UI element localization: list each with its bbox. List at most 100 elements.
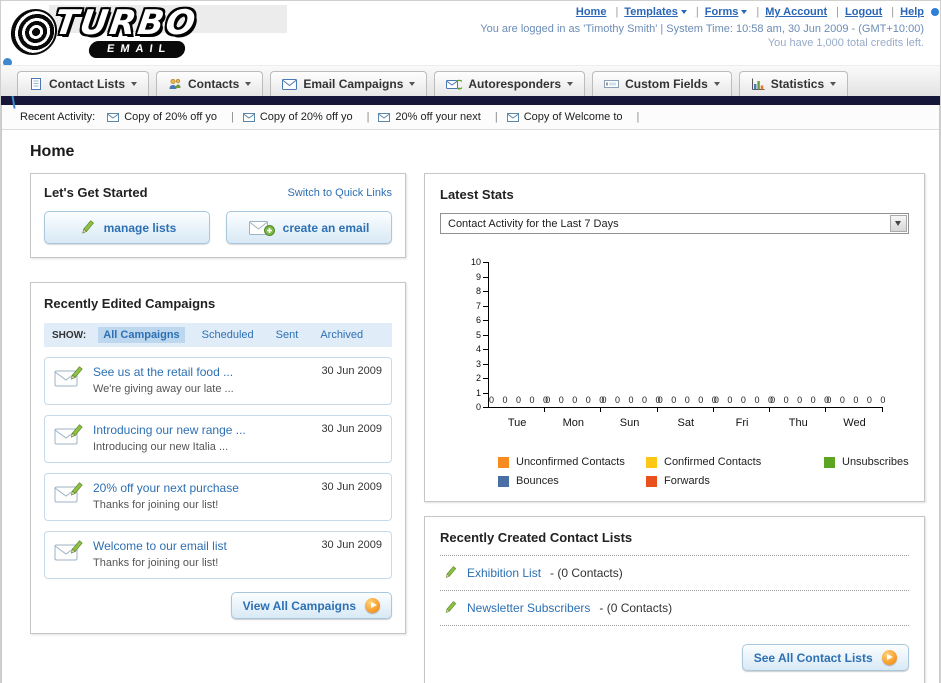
recent-activity-item[interactable]: 20% off your next [378,111,506,123]
contact-list-link[interactable]: Exhibition List [467,566,541,580]
button-label: create an email [282,220,370,235]
main-navigation: Contact Lists Contacts Email Campaigns A… [1,65,940,96]
custom-field-icon [604,78,620,90]
chart-day-group: 0 0 0 0 0 Fri [713,262,776,429]
logo-swirl-icon [9,9,59,55]
recent-activity-item[interactable]: Copy of Welcome to [506,111,649,123]
get-started-panel: Let's Get Started Switch to Quick Links … [30,173,406,258]
envelope-pencil-icon [54,539,84,563]
nav-accent-bar [1,96,940,105]
y-tick: 6 [455,316,488,325]
create-email-button[interactable]: create an email [226,211,392,244]
link-help[interactable]: Help [900,6,924,18]
header-right: Home Templates Forms My Account Logout H… [480,6,924,49]
logo-subtext: EMAIL [87,41,187,58]
tab-archived[interactable]: Archived [315,327,368,343]
corner-dot [931,8,939,16]
tab-sent[interactable]: Sent [271,327,304,343]
nav-label: Autoresponders [468,77,562,91]
caret-down-icon [741,10,748,14]
legend-forwards: Forwards [646,475,824,487]
link-logout[interactable]: Logout [845,6,900,18]
campaign-title-link[interactable]: Welcome to our email list [93,539,227,553]
nav-custom-fields[interactable]: Custom Fields [592,71,732,96]
campaign-subtitle: Introducing our new Italia ... [93,441,229,453]
campaign-date: 30 Jun 2009 [321,481,382,493]
tab-scheduled[interactable]: Scheduled [197,327,259,343]
bar-values: 0 0 0 0 0 [601,395,664,405]
link-my-account[interactable]: My Account [765,6,845,18]
show-label: SHOW: [52,329,87,341]
latest-stats-panel: Latest Stats Contact Activity for the La… [424,173,925,502]
caret-down-icon [567,82,574,86]
contacts-icon [168,77,182,91]
contact-list-detail: - (0 Contacts) [550,566,623,580]
caret-down-icon [131,82,138,86]
y-tick: 7 [455,301,488,311]
nav-label: Statistics [770,77,825,91]
go-arrow-icon [881,650,897,665]
nav-autoresponders[interactable]: Autoresponders [434,71,586,96]
envelope-pencil-icon [54,365,84,389]
nav-label: Contacts [188,77,240,91]
legend-swatch [646,456,657,468]
campaign-filter-tabs: SHOW: All Campaigns Scheduled Sent Archi… [44,323,392,347]
nav-email-campaigns[interactable]: Email Campaigns [270,71,428,96]
go-arrow-icon [365,598,380,613]
x-tick: Mon [562,417,585,429]
x-tick: Fri [735,417,749,429]
tab-all-campaigns[interactable]: All Campaigns [98,327,185,343]
bar-values: 0 0 0 0 0 [545,395,608,405]
see-all-contact-lists-button[interactable]: See All Contact Lists [741,644,909,671]
envelope-icon [378,112,391,122]
campaign-title-link[interactable]: Introducing our new range ... [93,423,246,437]
campaign-date: 30 Jun 2009 [321,423,382,435]
contact-list-row[interactable]: Newsletter Subscribers - (0 Contacts) [440,591,909,626]
bar-values: 0 0 0 0 0 [826,395,889,405]
turbo-email-logo: TURBO EMAIL [9,3,291,63]
nav-label: Custom Fields [625,77,708,91]
campaign-title-link[interactable]: 20% off your next purchase [93,481,239,495]
caret-down-icon [680,10,687,14]
pencil-icon [78,219,96,237]
bar-values: 0 0 0 0 0 [770,395,833,405]
caret-down-icon [409,82,416,86]
envelope-pencil-icon [54,423,84,447]
y-tick: 1 [455,388,488,398]
bar-chart-icon [751,78,765,91]
contact-list-row[interactable]: Exhibition List - (0 Contacts) [440,556,909,591]
campaign-row[interactable]: 20% off your next purchase Thanks for joi… [44,473,392,521]
link-home[interactable]: Home [576,6,624,18]
contact-list-link[interactable]: Newsletter Subscribers [467,601,590,615]
nav-contact-lists[interactable]: Contact Lists [17,71,150,96]
left-column: Let's Get Started Switch to Quick Links … [30,173,406,634]
legend-bounces: Bounces [498,475,646,487]
campaign-row[interactable]: Welcome to our email list Thanks for join… [44,531,392,579]
recent-activity-item[interactable]: Copy of 20% off yo [242,111,379,123]
link-forms[interactable]: Forms [705,6,765,18]
switch-quick-links-link[interactable]: Switch to Quick Links [287,187,392,199]
campaign-title-link[interactable]: See us at the retail food ... [93,365,234,379]
recent-contact-lists-panel: Recently Created Contact Lists Exhibitio… [424,516,925,683]
recent-campaigns-title: Recently Edited Campaigns [44,296,216,311]
contact-lists-icon [29,77,43,91]
manage-lists-button[interactable]: manage lists [44,211,210,244]
view-all-campaigns-button[interactable]: View All Campaigns [230,592,392,619]
bar-values: 0 0 0 0 0 [713,395,776,405]
campaign-row[interactable]: Introducing our new range ... Introducing… [44,415,392,463]
campaign-row[interactable]: See us at the retail food ... We're givin… [44,357,392,405]
campaign-subtitle: Thanks for joining our list! [93,499,219,511]
button-label: See All Contact Lists [753,650,873,665]
campaign-date: 30 Jun 2009 [321,539,382,551]
caret-down-icon [245,82,252,86]
y-tick: 0 [455,403,488,412]
nav-statistics[interactable]: Statistics [738,71,849,96]
link-templates[interactable]: Templates [624,6,704,18]
stats-range-select[interactable]: Contact Activity for the Last 7 Days [440,213,909,234]
app-window: TURBO EMAIL Home Templates Forms My Acco… [0,0,941,683]
contact-list-detail: - (0 Contacts) [599,601,673,615]
nav-contacts[interactable]: Contacts [156,71,264,96]
caret-down-icon [830,82,837,86]
recent-activity-label: Recent Activity: [20,111,96,123]
recent-activity-item[interactable]: Copy of 20% off yo [107,111,243,123]
